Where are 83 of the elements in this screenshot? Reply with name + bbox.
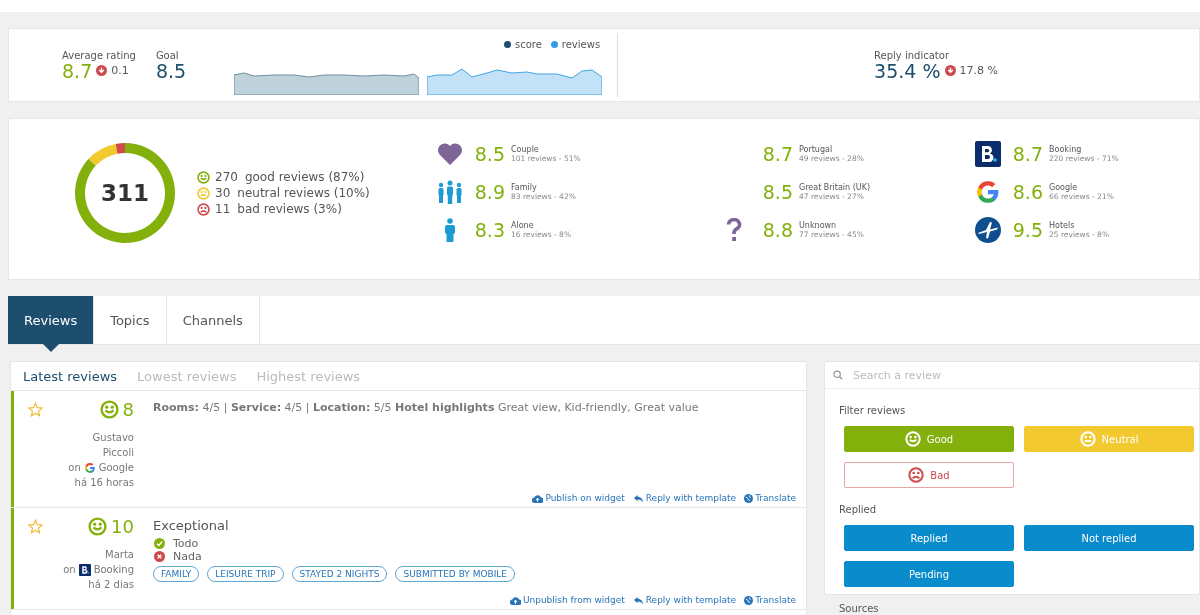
review-label: bad reviews (3%) xyxy=(237,202,342,216)
action-link[interactable]: Reply with template xyxy=(632,595,737,605)
score-value: 8.7 xyxy=(761,143,793,165)
metric-value: 8.5 xyxy=(155,60,187,81)
booking-logo-icon xyxy=(975,141,1001,167)
question-mark-icon xyxy=(726,218,742,242)
metric-label: Reply indicator xyxy=(874,49,950,61)
action-link[interactable]: Unpublish from widget xyxy=(509,595,625,605)
cloud-upload-icon xyxy=(532,493,544,503)
action-link[interactable]: Reply with template xyxy=(632,493,737,503)
search-icon xyxy=(833,370,843,380)
review-score: 10 xyxy=(111,516,134,537)
heart-icon xyxy=(437,142,463,166)
source-prefix: on xyxy=(68,461,81,475)
review-score: 8 xyxy=(122,399,134,420)
source-prefix: on xyxy=(63,563,76,577)
metric-label: Average rating xyxy=(62,49,136,61)
section-label: Replied xyxy=(839,504,878,515)
review-time: há 16 horas xyxy=(73,476,134,490)
score-value: 9.5 xyxy=(1011,219,1043,241)
review-title: Exceptional xyxy=(153,518,230,533)
review-label: neutral reviews (10%) xyxy=(237,186,370,200)
score-value: 8.3 xyxy=(473,219,505,241)
group-name: Google xyxy=(1049,183,1079,192)
filter-button[interactable]: Bad xyxy=(844,462,1014,488)
score-value: 8.8 xyxy=(761,219,793,241)
metric-value: 35.4 % xyxy=(874,60,941,81)
review-count: 270 xyxy=(215,170,238,184)
source-name: Booking xyxy=(93,563,134,577)
group-name: Unknown xyxy=(799,221,838,230)
metric-label: Goal xyxy=(155,49,180,61)
filter-button[interactable]: Not replied xyxy=(1024,525,1194,551)
cloud-upload-icon xyxy=(509,595,521,605)
smiley-icon xyxy=(904,431,921,447)
tab-pointer xyxy=(43,344,60,352)
filter-button[interactable]: Pending xyxy=(844,561,1014,587)
source-name: Google xyxy=(98,461,134,475)
score-value: 8.9 xyxy=(473,181,505,203)
group-name: Hotels xyxy=(1049,221,1076,230)
smiley-icon xyxy=(99,400,119,419)
review-count: 30 xyxy=(215,186,231,200)
google-logo-icon xyxy=(975,179,1001,205)
section-label: Sources xyxy=(839,603,880,614)
group-name: Family xyxy=(511,183,538,192)
section-label: Filter reviews xyxy=(839,405,907,416)
smiley-icon xyxy=(88,517,108,536)
metric-value: 8.7 xyxy=(62,60,93,81)
reply-arrow-icon xyxy=(632,595,644,605)
group-name: Alone xyxy=(511,221,535,230)
change-value: 17.8 % xyxy=(959,64,998,77)
tab[interactable]: Reviews xyxy=(8,296,95,344)
total-count: 311 xyxy=(101,180,149,206)
score-value: 8.7 xyxy=(1011,143,1043,165)
author-name: Gustavo Piccoli xyxy=(91,431,134,460)
tab[interactable]: Latest reviews xyxy=(15,368,126,384)
point-text: Todo xyxy=(173,537,199,550)
family-icon xyxy=(437,180,463,204)
group-name: Great Britain (UK) xyxy=(799,183,871,192)
booking-logo-icon xyxy=(78,563,91,576)
filter-button[interactable]: Replied xyxy=(844,525,1014,551)
review-count: 11 xyxy=(215,202,231,216)
action-link[interactable]: Publish on widget xyxy=(532,493,625,503)
review-text: Rooms: 4/5 | Service: 4/5 | Location: 5/5 Hotel highlights Great view, Kid-friendly, Great value xyxy=(153,401,700,414)
google-logo-icon xyxy=(83,461,96,474)
author-name: Marta xyxy=(104,548,134,562)
score-value: 8.6 xyxy=(1011,181,1043,203)
change-value: 0.1 xyxy=(111,64,129,77)
reply-arrow-icon xyxy=(632,493,644,503)
action-link[interactable]: Translate xyxy=(744,595,796,605)
group-name: Couple xyxy=(511,145,540,154)
sad-face-icon xyxy=(908,467,925,483)
point-text: Nada xyxy=(173,550,202,563)
group-name: Portugal xyxy=(799,145,834,154)
neutral-face-icon xyxy=(1079,431,1096,447)
score-value: 8.5 xyxy=(761,181,793,203)
legend-label: reviews xyxy=(561,38,601,50)
review-label: good reviews (87%) xyxy=(244,170,365,184)
score-value: 8.5 xyxy=(473,143,505,165)
review-time: há 2 dias xyxy=(87,578,134,592)
person-icon xyxy=(443,218,457,242)
action-link[interactable]: Translate xyxy=(744,493,796,503)
legend-label: score xyxy=(514,38,542,50)
group-name: Booking xyxy=(1049,145,1083,154)
